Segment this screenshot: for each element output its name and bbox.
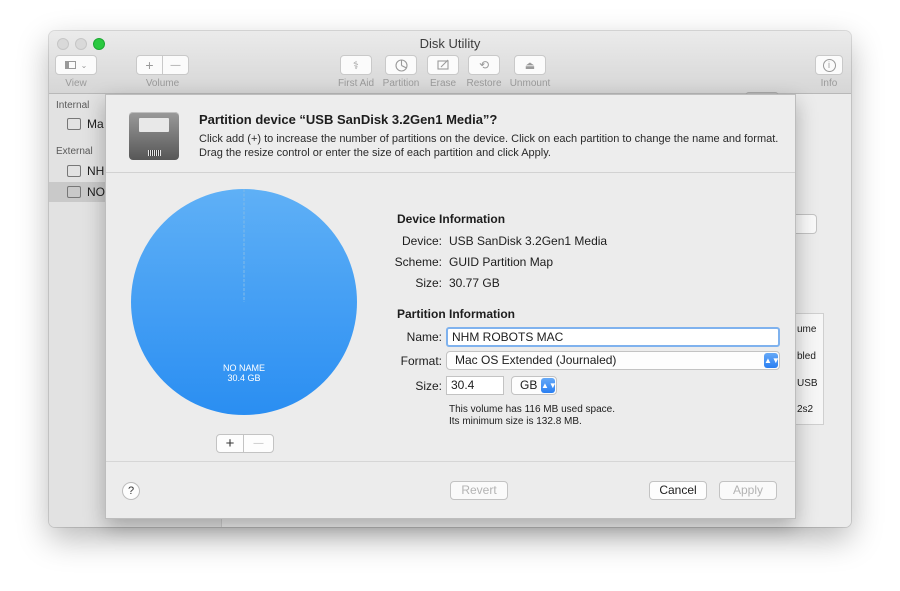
internal-disk-icon: [67, 118, 81, 130]
device-size-value: 30.77 GB: [449, 276, 500, 290]
first-aid-button[interactable]: ⚕: [340, 55, 372, 75]
sheet-title: Partition device “USB SanDisk 3.2Gen1 Me…: [199, 112, 498, 127]
format-select[interactable]: Mac OS Extended (Journaled) ▲▼: [446, 351, 780, 370]
apply-button[interactable]: Apply: [719, 481, 777, 500]
revert-button[interactable]: Revert: [450, 481, 508, 500]
chevron-up-down-icon: ▲▼: [541, 378, 557, 393]
partition-size-label: 30.4 GB: [227, 373, 260, 383]
background-row-text: bled: [797, 351, 816, 362]
erase-icon: [436, 59, 449, 70]
stethoscope-icon: ⚕: [353, 59, 359, 72]
sidebar-item-label: NO: [87, 185, 105, 199]
size-unit-select[interactable]: GB ▲▼: [511, 376, 557, 395]
device-size-key: Size:: [415, 276, 442, 290]
used-space-note: This volume has 116 MB used space.: [449, 404, 616, 415]
cancel-button[interactable]: Cancel: [649, 481, 707, 500]
sidebar-external-header: External: [56, 146, 93, 157]
scheme-value: GUID Partition Map: [449, 255, 554, 269]
toolbar: Disk Utility ⌄ View + — Volume ⚕ First A…: [49, 31, 851, 94]
partition-size-key: Size:: [415, 379, 442, 393]
device-information-title: Device Information: [397, 212, 506, 226]
help-button[interactable]: ?: [122, 482, 140, 500]
first-aid-label: First Aid: [337, 78, 375, 89]
sidebar-item-label: Ma: [87, 117, 104, 131]
sheet-header: Partition device “USB SanDisk 3.2Gen1 Me…: [106, 95, 795, 173]
remove-partition-button[interactable]: —: [243, 434, 274, 453]
restore-button[interactable]: ⟲: [468, 55, 500, 75]
size-note: This volume has 116 MB used space. Its m…: [449, 404, 615, 428]
partition-button[interactable]: [385, 55, 417, 75]
hard-drive-icon: [129, 112, 179, 160]
volume-disk-icon: [67, 186, 81, 198]
erase-label: Erase: [429, 78, 457, 89]
sidebar-item-label: NH: [87, 164, 105, 178]
eject-icon: ⏏: [524, 59, 536, 72]
scheme-key: Scheme:: [394, 255, 442, 269]
background-row-text: USB: [797, 378, 818, 389]
background-row-text: 2s2: [797, 404, 814, 415]
partition-pie-chart[interactable]: NO NAME 30.4 GB: [130, 188, 358, 416]
window-title: Disk Utility: [419, 36, 481, 51]
partition-name-input[interactable]: [446, 327, 780, 347]
info-label: Info: [820, 78, 838, 89]
partition-sheet: Partition device “USB SanDisk 3.2Gen1 Me…: [105, 94, 796, 519]
view-button[interactable]: ⌄: [55, 55, 97, 75]
remove-partition-label: —: [253, 438, 264, 449]
sheet-footer: ? Revert Cancel Apply: [106, 461, 795, 518]
info-icon: i: [822, 58, 836, 72]
device-key: Device:: [401, 234, 442, 248]
partition-icon: [394, 58, 408, 72]
add-volume-button[interactable]: +: [136, 55, 163, 75]
partition-information-title: Partition Information: [397, 307, 515, 321]
partition-size-input[interactable]: 30.4: [446, 376, 504, 395]
minimum-size-note: Its minimum size is 132.8 MB.: [449, 416, 582, 427]
chevron-up-down-icon: ▲▼: [764, 353, 780, 368]
erase-button[interactable]: [427, 55, 459, 75]
view-label: View: [65, 78, 87, 89]
size-unit-value: GB: [520, 378, 538, 392]
restore-icon: ⟲: [478, 58, 490, 72]
info-button[interactable]: i: [815, 55, 843, 75]
volume-label: Volume: [145, 78, 180, 89]
restore-label: Restore: [466, 78, 502, 89]
add-partition-button[interactable]: +: [216, 434, 244, 453]
chevron-down-icon: ⌄: [80, 60, 88, 70]
background-field: [796, 214, 817, 234]
device-value: USB SanDisk 3.2Gen1 Media: [449, 234, 608, 248]
sidebar-internal-header: Internal: [56, 100, 90, 111]
name-key: Name:: [406, 330, 442, 344]
external-disk-icon: [67, 165, 81, 177]
partition-label: Partition: [382, 78, 420, 89]
sidebar-icon: [64, 61, 76, 69]
format-key: Format:: [400, 354, 442, 368]
remove-volume-button[interactable]: —: [162, 55, 189, 75]
partition-name-label: NO NAME: [223, 363, 265, 373]
background-row-text: ume: [797, 324, 817, 335]
format-selected-value: Mac OS Extended (Journaled): [455, 353, 617, 367]
unmount-button[interactable]: ⏏: [514, 55, 546, 75]
unmount-label: Unmount: [509, 78, 551, 89]
sheet-description: Click add (+) to increase the number of …: [199, 133, 779, 159]
